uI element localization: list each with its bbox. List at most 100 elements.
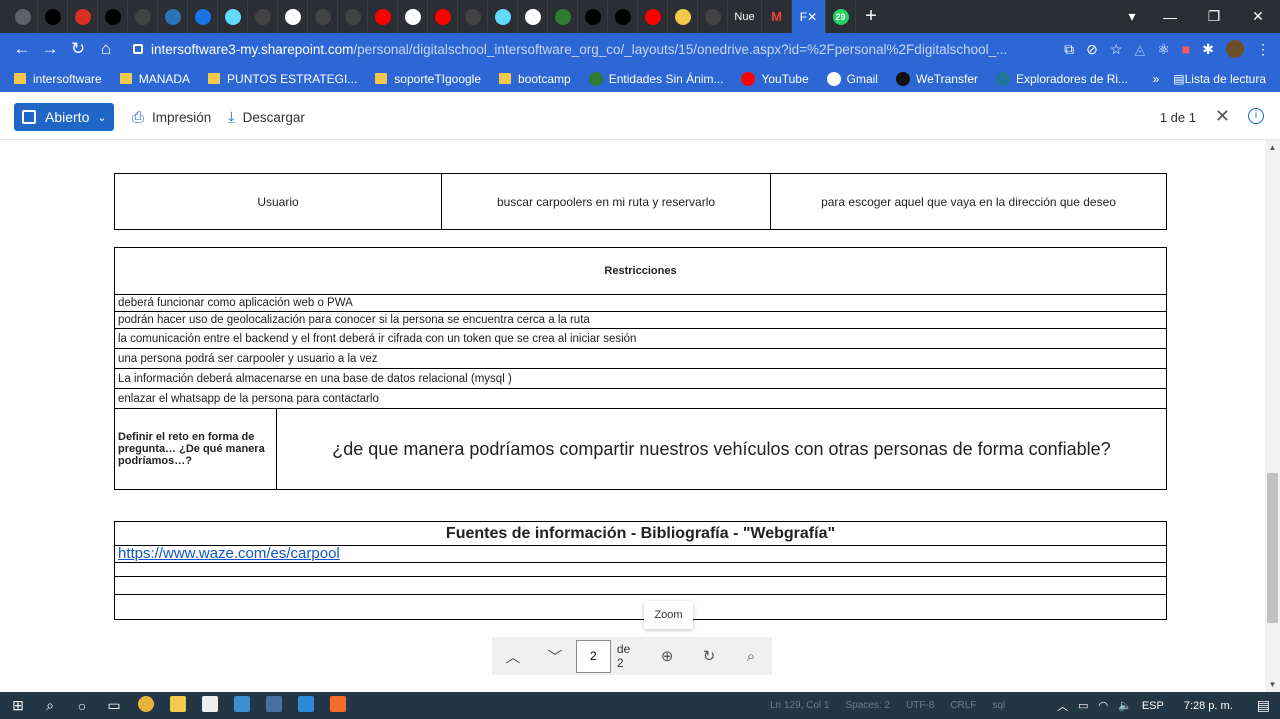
cortana-icon[interactable]: ○ <box>66 698 98 714</box>
url-field[interactable]: intersoftware3-my.sharepoint.com/persona… <box>133 37 1093 61</box>
translate-icon[interactable]: ⧉ <box>1064 41 1074 58</box>
browser-tab[interactable] <box>38 0 68 33</box>
xampp-icon[interactable] <box>322 696 354 715</box>
browser-tab[interactable] <box>128 0 158 33</box>
browser-tab[interactable] <box>158 0 188 33</box>
browser-tab[interactable] <box>68 0 98 33</box>
youtube-icon <box>434 8 451 25</box>
forward-icon[interactable]: → <box>36 39 64 59</box>
extension-icon[interactable]: ◬ <box>1134 41 1145 58</box>
braces-icon <box>674 8 691 25</box>
bookmark-item[interactable]: soporteTIgoogle <box>375 72 481 86</box>
browser-tab[interactable] <box>638 0 668 33</box>
language-indicator[interactable]: ESP <box>1142 700 1164 712</box>
clock[interactable]: 7:28 p. m. <box>1184 700 1233 712</box>
print-button[interactable]: ⎙ Impresión <box>132 103 211 131</box>
browser-tab[interactable] <box>668 0 698 33</box>
zoom-in-icon[interactable]: ⊕ <box>646 647 688 665</box>
scroll-up-icon[interactable]: ▲ <box>1265 143 1280 152</box>
app-icon[interactable] <box>258 696 290 715</box>
wifi-icon[interactable]: ◠ <box>1099 699 1109 712</box>
bookmarks-overflow-icon[interactable]: » <box>1153 72 1160 86</box>
browser-tab[interactable] <box>518 0 548 33</box>
chrome-taskbar-icon[interactable] <box>130 696 162 715</box>
browser-tab[interactable] <box>368 0 398 33</box>
info-icon[interactable]: i <box>1248 108 1264 124</box>
react-extension-icon[interactable]: ⚛ <box>1157 41 1170 58</box>
close-tab-icon[interactable]: ✕ <box>807 10 817 24</box>
bookmark-item[interactable]: WeTransfer <box>895 71 978 86</box>
menu-icon[interactable]: ⋮ <box>1256 41 1270 58</box>
bookmark-item[interactable]: Gmail <box>826 71 878 86</box>
browser-tab[interactable] <box>248 0 278 33</box>
store-icon[interactable] <box>194 696 226 715</box>
new-tab-button[interactable]: + <box>856 5 886 28</box>
browser-tab[interactable] <box>488 0 518 33</box>
browser-tab[interactable] <box>98 0 128 33</box>
bookmark-item[interactable]: bootcamp <box>499 72 571 86</box>
search-icon[interactable]: ⌕ <box>730 648 772 665</box>
browser-tab[interactable] <box>338 0 368 33</box>
windows-start-icon[interactable]: ⊞ <box>2 697 34 714</box>
volume-icon[interactable]: 🔈 <box>1118 699 1132 712</box>
open-button[interactable]: Abierto ⌄ <box>14 103 114 131</box>
download-button[interactable]: ⤓ Descargar <box>228 103 305 131</box>
chevron-up-icon[interactable]: ︿ <box>1057 698 1068 714</box>
browser-tab[interactable] <box>608 0 638 33</box>
browser-tab[interactable] <box>458 0 488 33</box>
browser-tab[interactable] <box>548 0 578 33</box>
notifications-icon[interactable]: ▤ <box>1257 697 1270 714</box>
home-icon[interactable]: ⌂ <box>92 39 120 59</box>
bookmark-label: YouTube <box>761 71 809 86</box>
rotate-icon[interactable]: ↻ <box>688 647 730 665</box>
bookmark-item[interactable]: Entidades Sin Ánim... <box>588 71 723 86</box>
browser-tab[interactable] <box>698 0 728 33</box>
task-view-icon[interactable]: ▭ <box>98 697 130 714</box>
battery-icon[interactable]: ▭ <box>1078 699 1088 712</box>
scroll-thumb[interactable] <box>1267 473 1278 623</box>
puzzle-icon[interactable]: ✱ <box>1202 41 1214 58</box>
browser-tab[interactable] <box>578 0 608 33</box>
star-icon[interactable]: ☆ <box>1110 41 1123 58</box>
bookmark-item[interactable]: PUNTOS ESTRATEGI... <box>208 72 357 86</box>
file-explorer-icon[interactable] <box>162 696 194 715</box>
previous-page-icon[interactable]: ︿ <box>492 646 534 667</box>
search-icon[interactable]: ⌕ <box>34 697 66 714</box>
vertical-scrollbar[interactable]: ▲ ▼ <box>1265 140 1280 692</box>
avatar[interactable] <box>1226 40 1244 58</box>
red-extension-icon[interactable]: ■ <box>1182 41 1190 57</box>
active-tab[interactable]: F ✕ <box>792 0 826 33</box>
tracking-off-icon[interactable]: ⊘ <box>1086 41 1098 58</box>
folder-icon <box>208 73 221 84</box>
browser-tab[interactable] <box>188 0 218 33</box>
green-circle-icon <box>554 8 571 25</box>
bookmark-item[interactable]: intersoftware <box>14 72 102 86</box>
browser-tab[interactable] <box>8 0 38 33</box>
bookmark-item[interactable]: Exploradores de Ri... <box>995 71 1128 86</box>
waze-carpool-link[interactable]: https://www.waze.com/es/carpool <box>118 545 340 562</box>
scroll-down-icon[interactable]: ▼ <box>1265 680 1280 689</box>
bookmark-item[interactable]: YouTube <box>741 71 809 86</box>
browser-tab[interactable] <box>308 0 338 33</box>
minimize-button[interactable]: — <box>1148 0 1192 33</box>
browser-tab[interactable]: 29 <box>826 0 856 33</box>
bookmark-item[interactable]: MANADA <box>119 72 190 86</box>
browser-tab[interactable]: Nue <box>728 0 762 33</box>
folder-icon <box>119 73 132 84</box>
close-viewer-icon[interactable]: ✕ <box>1215 106 1230 127</box>
reload-icon[interactable]: ↻ <box>64 39 92 59</box>
restore-button[interactable]: ❐ <box>1192 0 1236 33</box>
reading-list-button[interactable]: » ▤ Lista de lectura <box>1153 65 1266 92</box>
mail-icon[interactable] <box>226 696 258 715</box>
next-page-icon[interactable]: ﹀ <box>534 646 576 667</box>
close-window-button[interactable]: ✕ <box>1236 0 1280 33</box>
back-icon[interactable]: ← <box>8 39 36 59</box>
browser-tab[interactable] <box>218 0 248 33</box>
browser-tab[interactable] <box>278 0 308 33</box>
page-number-input[interactable]: 2 <box>575 639 611 673</box>
browser-tab[interactable] <box>398 0 428 33</box>
browser-tab[interactable] <box>428 0 458 33</box>
browser-tab[interactable]: M <box>762 0 792 33</box>
vscode-icon[interactable] <box>290 696 322 715</box>
bookmark-label: soporteTIgoogle <box>394 71 482 86</box>
